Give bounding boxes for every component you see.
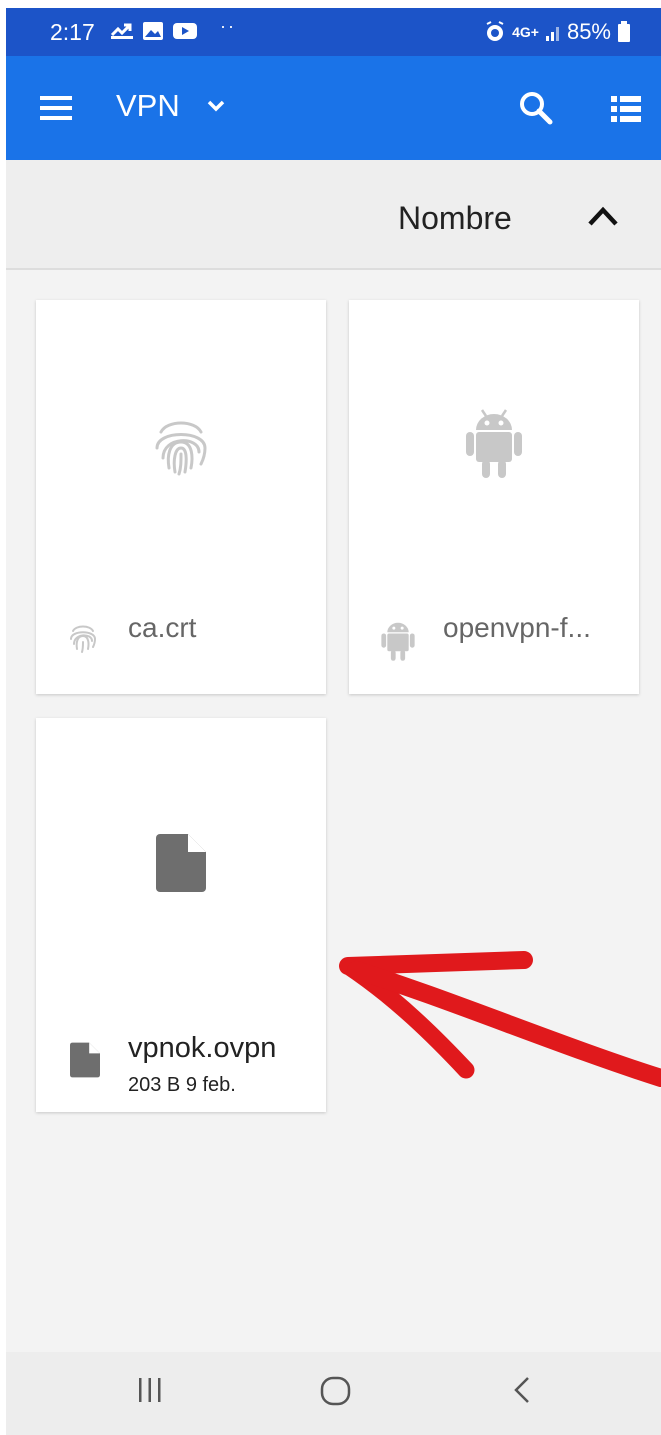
file-name: ca.crt xyxy=(128,612,197,643)
signal-icon xyxy=(545,27,559,41)
status-time: 2:17 xyxy=(50,19,95,45)
menu-icon[interactable] xyxy=(36,92,76,124)
battery-icon xyxy=(618,21,630,42)
red-arrow-annotation xyxy=(339,951,661,1087)
youtube-icon xyxy=(173,23,197,39)
sort-bar: Nombre xyxy=(6,160,661,270)
chevron-up-icon[interactable] xyxy=(586,202,620,228)
status-notification-icons xyxy=(110,21,198,41)
sort-by-name-button[interactable]: Nombre xyxy=(398,200,512,237)
folder-title-dropdown[interactable]: VPN xyxy=(116,88,226,124)
app-bar: VPN xyxy=(6,56,661,160)
file-card-openvpn[interactable]: openvpn-f... xyxy=(349,300,639,694)
status-system-icons: 4G+ 85% xyxy=(484,19,631,45)
file-meta: 203 B 9 feb. xyxy=(128,1074,236,1096)
android-small-icon xyxy=(381,622,415,661)
status-more-dots: ·· xyxy=(220,16,236,36)
file-name: vpnok.ovpn xyxy=(128,1032,277,1064)
file-name: openvpn-f... xyxy=(443,612,591,643)
missed-call-icon xyxy=(110,23,133,39)
home-icon[interactable] xyxy=(319,1374,353,1408)
status-bar: 2:17 ·· 4G+ 85% xyxy=(6,8,661,56)
search-icon[interactable] xyxy=(518,90,554,126)
file-icon xyxy=(156,834,206,892)
screen: 2:17 ·· 4G+ 85% VPN Nombre ca.crt openvp… xyxy=(6,8,661,1435)
back-icon[interactable] xyxy=(510,1374,534,1406)
fingerprint-icon xyxy=(155,421,207,476)
file-card-ca-crt[interactable]: ca.crt xyxy=(36,300,326,694)
navigation-bar xyxy=(6,1352,661,1435)
alarm-icon xyxy=(486,21,504,41)
battery-percent: 85% xyxy=(566,19,611,44)
folder-title: VPN xyxy=(116,88,180,123)
image-icon xyxy=(143,22,163,40)
network-type: 4G+ xyxy=(512,24,539,40)
fingerprint-small-icon xyxy=(70,625,97,653)
file-small-icon xyxy=(70,1042,100,1078)
file-card-vpnok-ovpn[interactable]: vpnok.ovpn 203 B 9 feb. xyxy=(36,718,326,1112)
list-view-icon[interactable] xyxy=(610,94,642,124)
recents-icon[interactable] xyxy=(134,1374,166,1406)
android-icon xyxy=(466,409,522,478)
chevron-down-icon xyxy=(207,100,224,112)
